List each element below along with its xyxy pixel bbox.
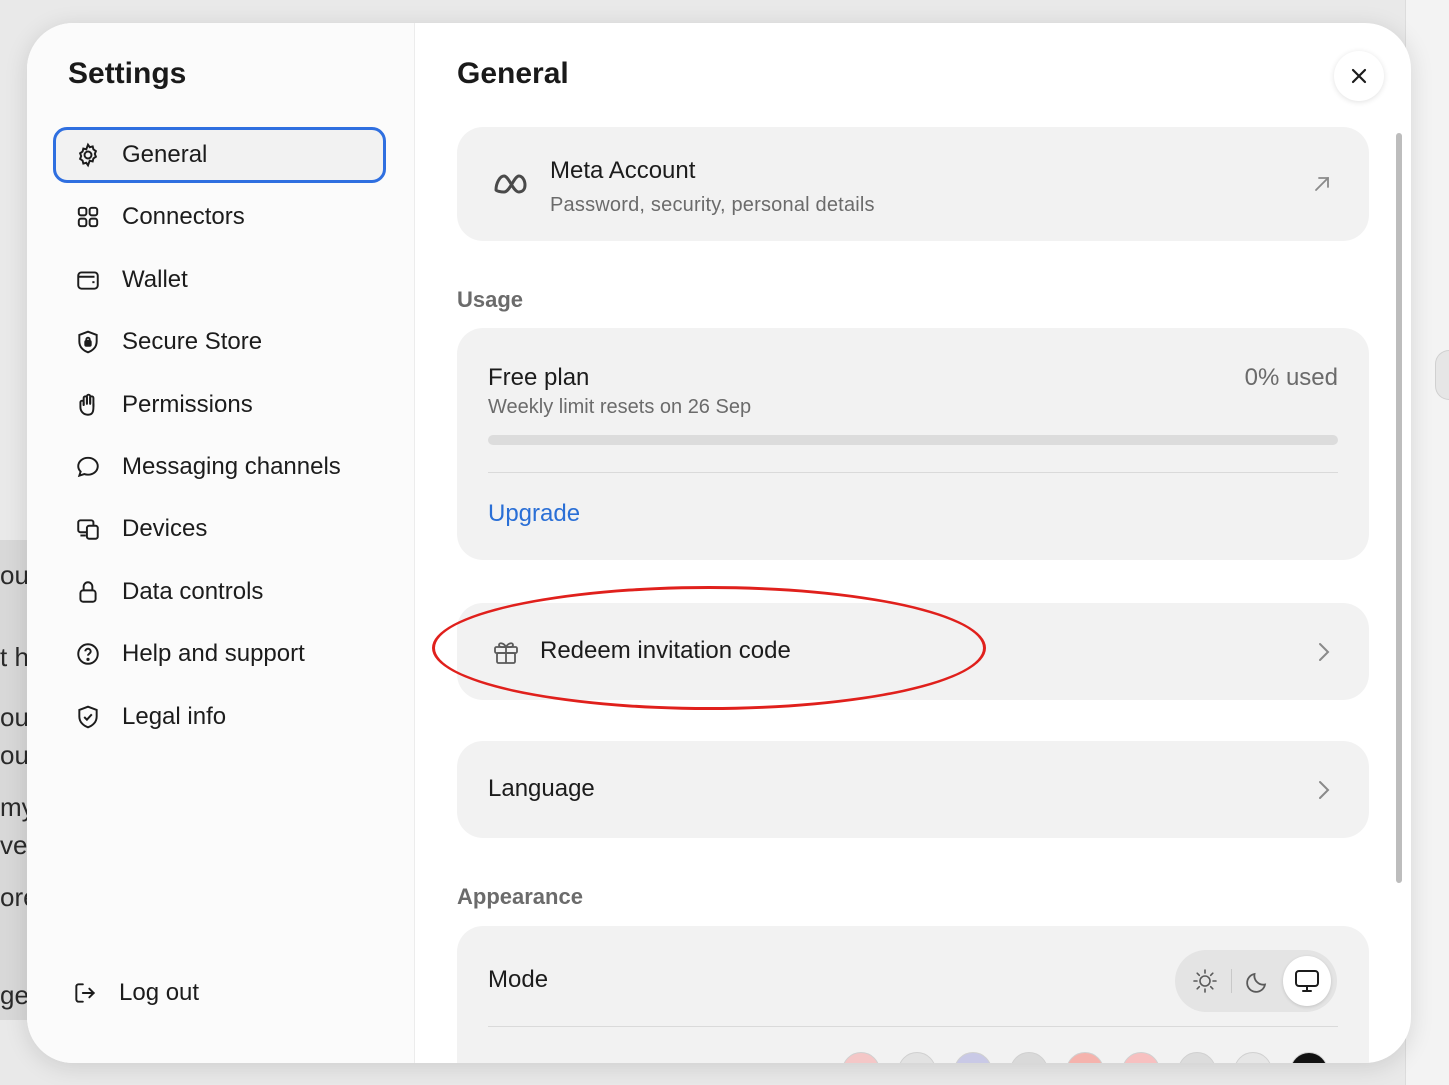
sidebar-item-connectors[interactable]: Connectors <box>53 189 386 245</box>
background-text: ou <box>0 702 28 732</box>
color-swatch[interactable] <box>954 1052 992 1063</box>
color-swatch[interactable] <box>1290 1052 1328 1063</box>
mode-separator <box>1231 969 1233 993</box>
color-swatch[interactable] <box>1122 1052 1160 1063</box>
redeem-invitation-row[interactable]: Redeem invitation code <box>457 603 1369 700</box>
background-handle <box>1435 350 1449 400</box>
background-text: ou <box>0 560 28 590</box>
sidebar-item-label: Help and support <box>122 640 305 668</box>
question-circle-icon <box>74 640 102 668</box>
mode-label: Mode <box>488 966 549 993</box>
background-text: ore <box>0 882 28 912</box>
mode-switch <box>1175 950 1337 1012</box>
background-text: ge <box>0 980 28 1010</box>
sidebar-item-help-and-support[interactable]: Help and support <box>53 626 386 682</box>
plan-name: Free plan <box>488 364 590 391</box>
settings-nav: General Connectors Wallet Secure Store P… <box>53 127 386 751</box>
grid-icon <box>74 203 102 231</box>
divider <box>488 1026 1338 1027</box>
gear-icon <box>74 141 102 169</box>
sidebar-item-label: Data controls <box>122 577 264 605</box>
sidebar-item-label: Devices <box>122 515 208 543</box>
sidebar-item-label: Legal info <box>122 702 227 730</box>
sidebar-item-label: General <box>122 141 208 168</box>
sidebar-title: Settings <box>68 57 187 90</box>
chevron-right-icon <box>1319 781 1330 799</box>
sidebar-item-messaging-channels[interactable]: Messaging channels <box>53 439 386 495</box>
shield-lock-icon <box>74 328 102 356</box>
dark-mode-button[interactable] <box>1234 956 1282 1006</box>
background-panel <box>0 540 28 1020</box>
sidebar-item-label: Connectors <box>122 203 245 231</box>
hand-icon <box>74 391 102 419</box>
sidebar-item-legal-info[interactable]: Legal info <box>53 689 386 745</box>
sidebar-item-general[interactable]: General <box>53 127 386 183</box>
sidebar-item-label: Wallet <box>122 265 188 293</box>
color-swatch[interactable] <box>898 1052 936 1063</box>
meta-account-title: Meta Account <box>550 157 696 184</box>
sidebar-item-data-controls[interactable]: Data controls <box>53 564 386 620</box>
wallet-icon <box>74 266 102 294</box>
sidebar-item-secure-store[interactable]: Secure Store <box>53 314 386 370</box>
light-mode-button[interactable] <box>1181 956 1229 1006</box>
meta-account-subtitle: Password, security, personal details <box>550 194 875 216</box>
sidebar-item-devices[interactable]: Devices <box>53 501 386 557</box>
usage-section-label: Usage <box>457 287 524 312</box>
appearance-section-label: Appearance <box>457 884 583 909</box>
sidebar-item-wallet[interactable]: Wallet <box>53 252 386 308</box>
sidebar-item-label: Secure Store <box>122 328 263 356</box>
upgrade-link[interactable]: Upgrade <box>488 500 580 528</box>
close-button[interactable] <box>1334 51 1384 101</box>
plan-reset-text: Weekly limit resets on 26 Sep <box>488 396 752 418</box>
meta-logo-icon <box>494 174 527 194</box>
background-text: t h <box>0 642 28 672</box>
devices-icon <box>74 515 102 543</box>
monitor-icon <box>1294 970 1319 992</box>
system-mode-button[interactable] <box>1282 956 1331 1006</box>
sun-icon <box>1193 969 1217 993</box>
sidebar-item-permissions[interactable]: Permissions <box>53 377 386 433</box>
arrow-up-right-icon <box>1315 177 1329 191</box>
close-icon <box>1351 68 1367 84</box>
color-swatch[interactable] <box>1010 1052 1048 1063</box>
color-swatch[interactable] <box>1234 1052 1272 1063</box>
background-text: my <box>0 792 28 822</box>
moon-icon <box>1246 972 1267 993</box>
color-swatch[interactable] <box>1066 1052 1104 1063</box>
gift-icon <box>494 642 518 664</box>
page-title: General <box>457 57 569 90</box>
chat-bubble-icon <box>74 453 102 481</box>
divider <box>488 472 1338 473</box>
logout-label: Log out <box>119 979 200 1006</box>
sidebar-item-label: Permissions <box>122 390 253 418</box>
meta-account-card[interactable]: Meta Account Password, security, persona… <box>457 127 1369 241</box>
logout-button[interactable]: Log out <box>71 979 199 1007</box>
accent-color-swatches <box>842 1052 1328 1063</box>
chevron-right-icon <box>1319 643 1330 661</box>
language-row[interactable]: Language <box>457 741 1369 838</box>
shield-check-icon <box>74 703 102 731</box>
settings-main: General Meta Account Password, security,… <box>415 23 1411 1063</box>
color-swatch[interactable] <box>1178 1052 1216 1063</box>
settings-modal: Settings General Connectors Wallet Secur… <box>27 23 1411 1063</box>
plan-used: 0% used <box>1244 364 1338 391</box>
background-text: ve <box>0 830 28 860</box>
color-swatch[interactable] <box>842 1052 880 1063</box>
appearance-card: Mode <box>457 926 1369 1063</box>
settings-sidebar: Settings General Connectors Wallet Secur… <box>27 23 415 1063</box>
background-right-panel <box>1405 0 1449 1085</box>
background-text: ou <box>0 740 28 770</box>
logout-icon <box>71 979 99 1007</box>
sidebar-item-label: Messaging channels <box>122 452 341 480</box>
usage-progress-bar <box>488 435 1338 445</box>
lock-icon <box>74 578 102 606</box>
language-label: Language <box>488 775 595 802</box>
scrollbar[interactable] <box>1396 133 1402 883</box>
usage-card: Free plan 0% used Weekly limit resets on… <box>457 328 1369 560</box>
redeem-label: Redeem invitation code <box>540 637 791 664</box>
